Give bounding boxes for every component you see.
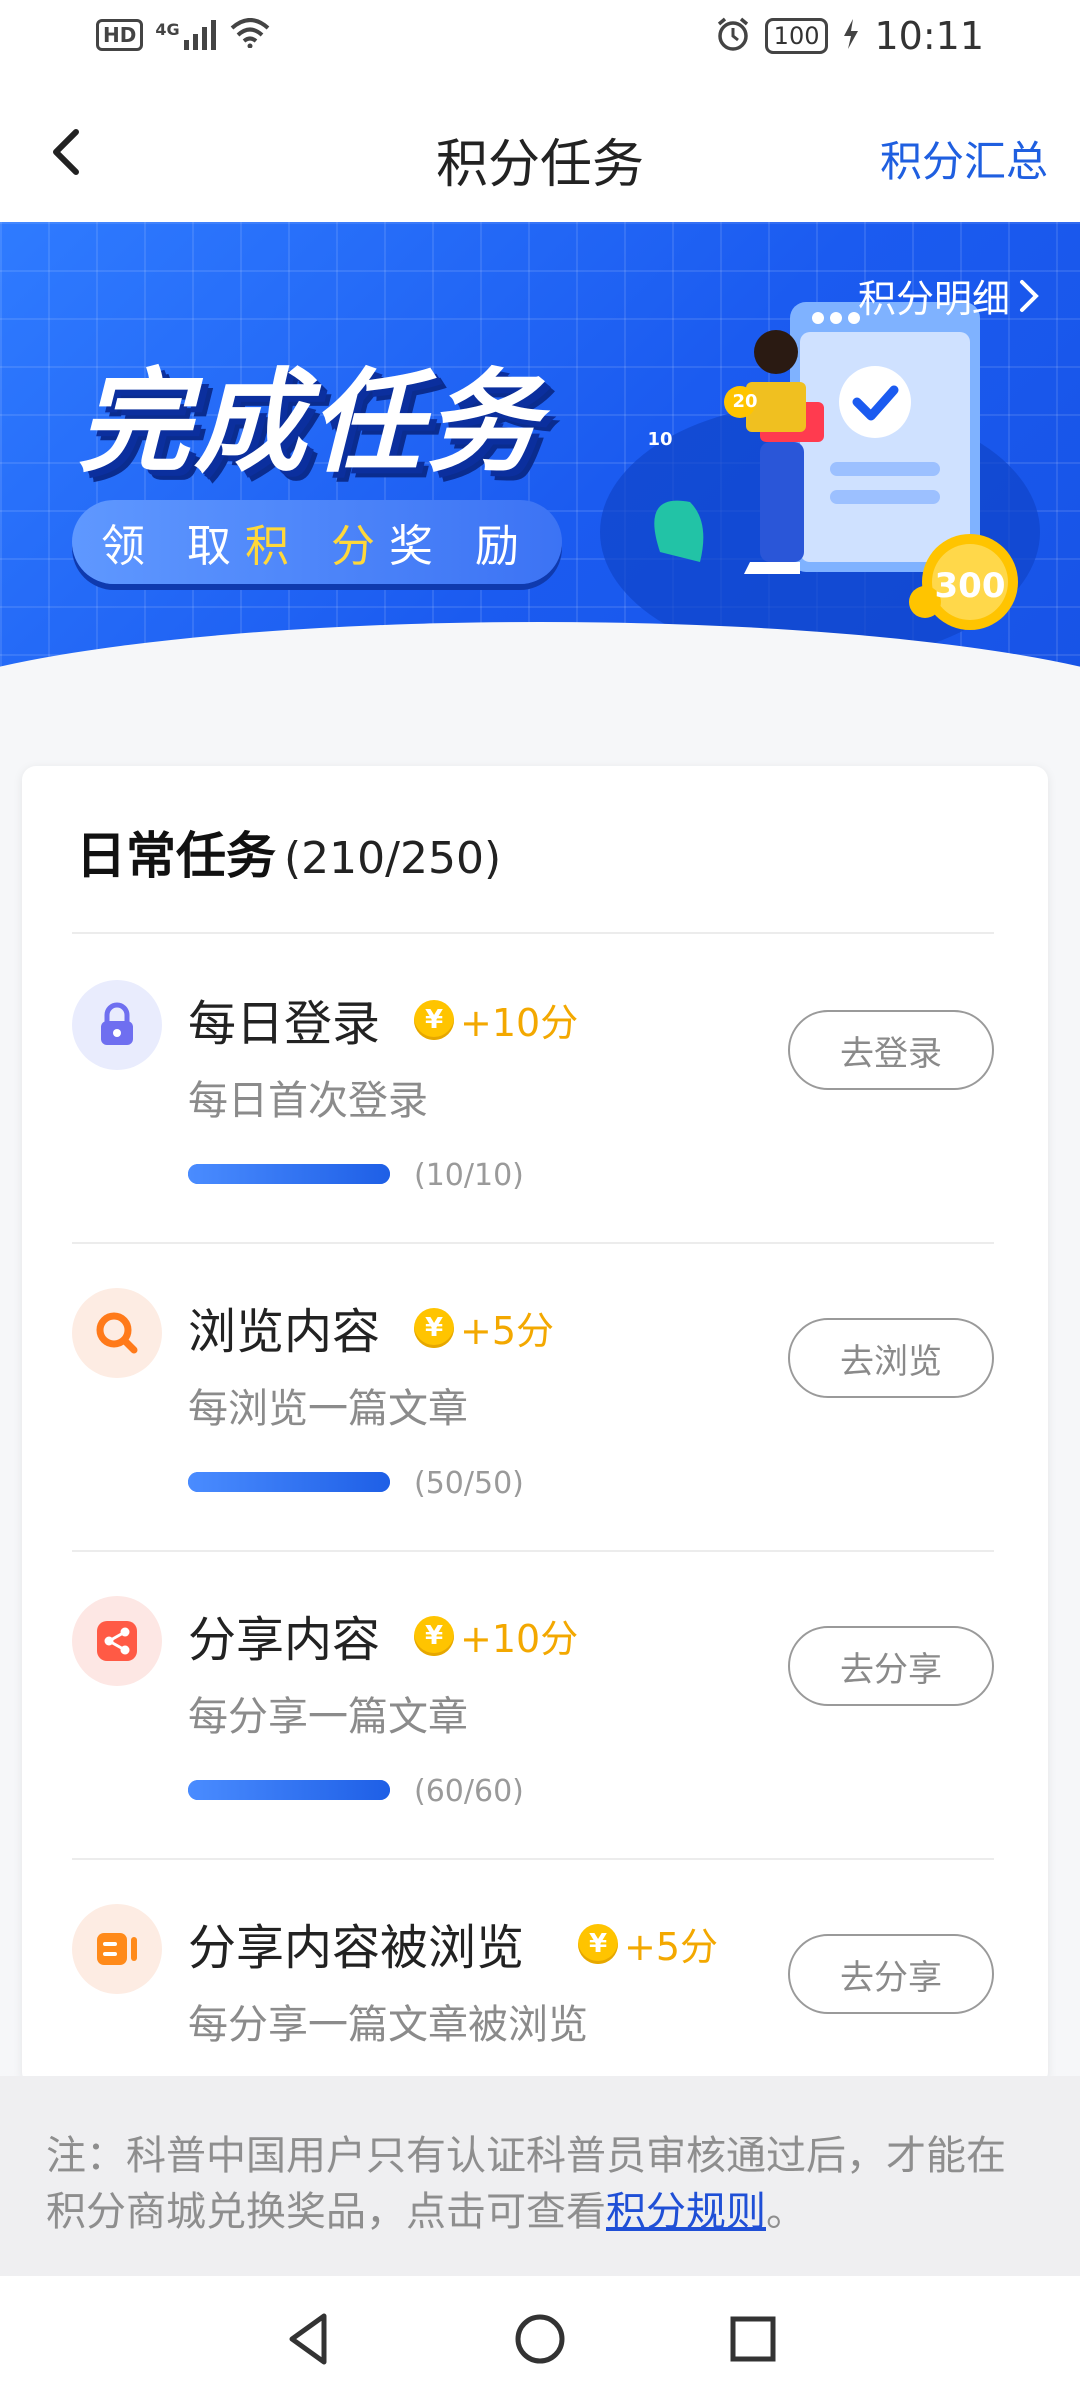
points-rules-link[interactable]: 积分规则 [606, 2189, 766, 2235]
task-item-browse: 浏览内容 ¥ +5分 每浏览一篇文章 (50/50) 去浏览 [22, 1242, 1048, 1550]
progress-bar [188, 1780, 390, 1800]
task-name: 分享内容被浏览 [188, 1920, 525, 1976]
note-body: 注：科普中国用户只有认证科普员审核通过后，才能在积分商城兑换奖品，点击可查看 [46, 2133, 1006, 2235]
go-login-button[interactable]: 去登录 [788, 1010, 994, 1090]
points-summary-link[interactable]: 积分汇总 [880, 128, 1048, 189]
alarm-icon [715, 16, 751, 56]
progress-fill [188, 1780, 390, 1800]
points-value: +10分 [460, 1001, 579, 1045]
task-points: ¥ +10分 [414, 1608, 578, 1663]
coin-icon: ¥ [414, 1615, 454, 1656]
banner-headline: 完成任务 [78, 358, 542, 488]
lock-icon [72, 980, 162, 1070]
note-end: 。 [766, 2189, 806, 2235]
coin-label-10: 10 [647, 429, 673, 450]
progress-bar [188, 1164, 390, 1184]
hd-indicator: HD [96, 19, 144, 51]
progress-fill [188, 1164, 390, 1184]
task-description: 每分享一篇文章 [188, 1694, 468, 1740]
wifi-icon [230, 18, 270, 52]
progress-bar [188, 1472, 390, 1492]
progress-text: (50/50) [414, 1466, 524, 1501]
daily-tasks-card: 日常任务 (210/250) 每日登录 ¥ +10分 每日首次登录 (10/10) … [22, 766, 1048, 2086]
task-item-share: 分享内容 ¥ +10分 每分享一篇文章 (60/60) 去分享 [22, 1550, 1048, 1858]
go-share-button[interactable]: 去分享 [788, 1626, 994, 1706]
banner-tagline: 领 取 积 分 奖 励 [72, 500, 562, 584]
task-name: 分享内容 [188, 1612, 381, 1668]
progress-text: (60/60) [414, 1774, 524, 1809]
clock: 10:11 [874, 14, 984, 58]
tagline-pre: 领 取 [101, 521, 245, 572]
task-item-share-viewed: 分享内容被浏览 ¥ +5分 每分享一篇文章被浏览 去分享 [22, 1858, 1048, 2086]
triangle-back-icon [289, 2313, 327, 2365]
home-nav-button[interactable] [505, 2304, 575, 2374]
go-share-button[interactable]: 去分享 [788, 1934, 994, 2014]
coin-icon: ¥ [578, 1923, 618, 1964]
section-title: 日常任务 (210/250) [76, 816, 501, 888]
task-points: ¥ +5分 [578, 1916, 718, 1971]
task-points: ¥ +10分 [414, 992, 578, 1047]
points-detail-label: 积分明细 [857, 277, 1010, 321]
points-note: 注：科普中国用户只有认证科普员审核通过后，才能在积分商城兑换奖品，点击可查看积分… [0, 2076, 1080, 2276]
task-item-daily-login: 每日登录 ¥ +10分 每日首次登录 (10/10) 去登录 [22, 934, 1048, 1242]
task-name: 每日登录 [188, 996, 381, 1052]
status-right: 100 10:11 [715, 14, 984, 58]
nav-bar: 积分任务 积分汇总 [0, 80, 1080, 222]
progress-text: (10/10) [414, 1158, 524, 1193]
coin-icon: ¥ [414, 999, 454, 1040]
circle-home-icon [515, 2314, 565, 2364]
battery-indicator: 100 [764, 18, 829, 54]
back-nav-button[interactable] [274, 2304, 344, 2374]
recents-nav-button[interactable] [718, 2304, 788, 2374]
tagline-highlight: 积 分 [245, 521, 389, 572]
status-bar: HD 4G 100 10:11 [0, 0, 1080, 80]
section-progress: (210/250) [284, 833, 502, 884]
coin-label-300: 300 [934, 566, 1006, 606]
share-icon [72, 1596, 162, 1686]
chevron-right-icon [1020, 279, 1039, 312]
points-value: +5分 [624, 1925, 719, 1969]
video-icon [72, 1904, 162, 1994]
coin-icon: ¥ [414, 1307, 454, 1348]
points-value: +10分 [460, 1617, 579, 1661]
coin-label-20: 20 [732, 391, 758, 412]
status-left: HD 4G [96, 18, 270, 52]
task-description: 每日首次登录 [188, 1078, 428, 1124]
network-type: 4G [155, 20, 180, 39]
system-nav-bar [0, 2276, 1080, 2400]
points-detail-link[interactable]: 积分明细 [858, 268, 1040, 323]
task-description: 每分享一篇文章被浏览 [188, 2002, 588, 2048]
charging-icon [842, 19, 860, 53]
task-points: ¥ +5分 [414, 1300, 554, 1355]
tagline-post: 奖 励 [389, 521, 533, 572]
progress-fill [188, 1472, 390, 1492]
signal-icon: 4G [155, 20, 217, 50]
task-description: 每浏览一篇文章 [188, 1386, 468, 1432]
points-value: +5分 [460, 1309, 555, 1353]
go-browse-button[interactable]: 去浏览 [788, 1318, 994, 1398]
search-icon [72, 1288, 162, 1378]
banner: 20 10 300 积分明细 完成任务 领 取 积 分 奖 励 [0, 222, 1080, 708]
square-recents-icon [730, 2316, 776, 2362]
note-text: 注：科普中国用户只有认证科普员审核通过后，才能在积分商城兑换奖品，点击可查看积分… [46, 2128, 1036, 2240]
task-name: 浏览内容 [188, 1304, 381, 1360]
section-title-label: 日常任务 [76, 827, 276, 885]
